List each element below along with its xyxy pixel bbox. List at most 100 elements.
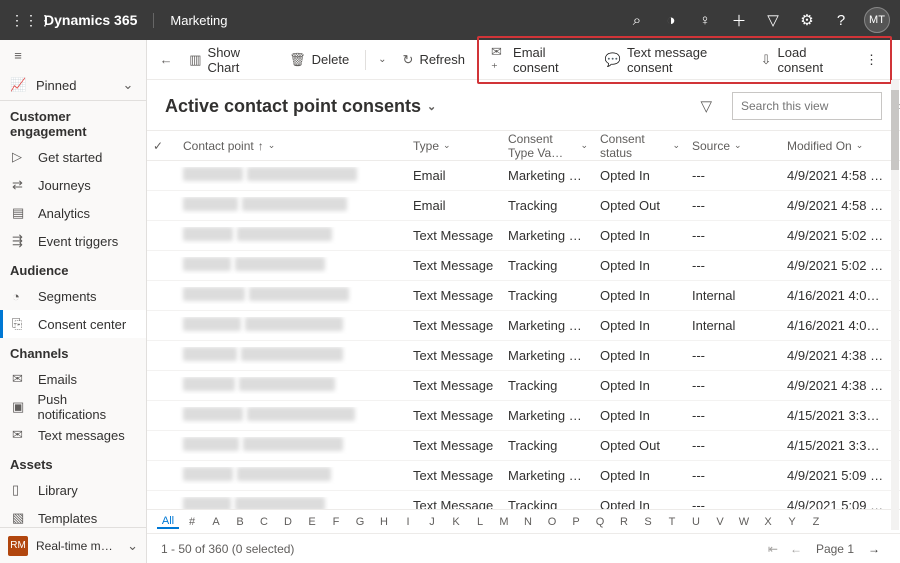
alpha-filter[interactable]: Q [589,516,611,528]
settings-icon[interactable]: ⚙ [790,11,824,29]
assistant-icon[interactable]: ◑ [654,12,688,29]
sidebar-item[interactable]: ✉Text messages [0,421,146,449]
email-consent-button[interactable]: ✉⁺Email consent [483,40,595,80]
show-chart-button[interactable]: ▥Show Chart [181,41,277,79]
chevron-down-icon: ⌄ [120,77,136,93]
table-row[interactable]: Text MessageTrackingOpted Out---4/15/202… [147,431,900,461]
alpha-filter[interactable]: B [229,516,251,528]
add-icon[interactable]: ＋ [722,10,756,31]
sidebar-item[interactable]: ▯Library [0,476,146,504]
table-row[interactable]: Text MessageTrackingOpted In---4/9/2021 … [147,491,900,509]
view-selector[interactable]: Active contact point consents ⌄ [165,96,436,117]
sidebar-item[interactable]: ▤Analytics [0,199,146,227]
cell-consent-type: Tracking [502,378,594,393]
alpha-filter[interactable]: T [661,516,683,528]
alpha-filter[interactable]: Y [781,516,803,528]
table-row[interactable]: Text MessageTrackingOpted InInternal4/16… [147,281,900,311]
vertical-scrollbar[interactable] [891,80,899,530]
sidebar-item[interactable]: ◔Segments [0,282,146,310]
table-row[interactable]: Text MessageMarketing Co…Opted In---4/9/… [147,221,900,251]
sidebar-item[interactable]: ▧Templates [0,504,146,527]
alpha-filter[interactable]: P [565,516,587,528]
app-launcher-icon[interactable]: ⋮⋮⋮ [10,12,40,29]
text-consent-button[interactable]: 💬Text message consent [597,41,751,79]
alpha-filter[interactable]: E [301,516,323,528]
table-row[interactable]: Text MessageTrackingOpted In---4/9/2021 … [147,251,900,281]
sidebar-item[interactable]: ▷Get started [0,143,146,171]
table-row[interactable]: Text MessageTrackingOpted In---4/9/2021 … [147,371,900,401]
sidebar-item-icon: ✉ [12,371,28,387]
chevron-down-icon: ⌄ [856,140,864,151]
delete-button[interactable]: 🗑Delete [281,48,357,72]
area-label: Real-time marketi… [36,539,119,553]
select-all-checkbox[interactable]: ✓ [147,139,177,153]
col-contact-point[interactable]: Contact point ↑ ⌄ [177,139,407,153]
help-icon[interactable]: ? [824,12,858,29]
sort-asc-icon: ↑ [258,139,264,153]
data-grid: ✓ Contact point ↑ ⌄ Type⌄ Consent Type V… [147,130,900,509]
alpha-filter[interactable]: # [181,516,203,528]
alpha-filter[interactable]: R [613,516,635,528]
alpha-filter[interactable]: I [397,516,419,528]
table-row[interactable]: Text MessageMarketing Co…Opted InInterna… [147,311,900,341]
sidebar-item[interactable]: ⇶Event triggers [0,227,146,255]
alpha-filter[interactable]: U [685,516,707,528]
table-row[interactable]: EmailMarketing Co…Opted In---4/9/2021 4:… [147,161,900,191]
col-source[interactable]: Source⌄ [686,139,781,153]
alpha-filter[interactable]: D [277,516,299,528]
sidebar-item[interactable]: ⇄Journeys [0,171,146,199]
avatar[interactable]: MT [864,7,890,33]
alpha-filter[interactable]: V [709,516,731,528]
alpha-filter[interactable]: L [469,516,491,528]
table-row[interactable]: EmailTrackingOpted Out---4/9/2021 4:58 … [147,191,900,221]
alpha-filter[interactable]: N [517,516,539,528]
cell-status: Opted In [594,168,686,183]
alpha-filter[interactable]: W [733,516,755,528]
col-consent-type-value[interactable]: Consent Type Va…⌄ [502,132,594,160]
alpha-filter[interactable]: H [373,516,395,528]
sidebar-item[interactable]: ✉Emails [0,365,146,393]
filter-icon[interactable]: ▽ [756,11,790,29]
filter-button[interactable]: ▽ [692,97,720,115]
cell-status: Opted In [594,468,686,483]
alpha-filter[interactable]: All [157,515,179,529]
sidebar-item[interactable]: ▣Push notifications [0,393,146,421]
first-page-button[interactable]: ⇤ [762,542,784,556]
sidebar-item[interactable]: ⎘Consent center [0,310,146,338]
lightbulb-icon[interactable]: ♀ [688,12,722,29]
pinned-section[interactable]: 📈Pinned ⌄ [0,70,146,100]
more-commands-button[interactable]: ⋮ [857,52,886,68]
table-row[interactable]: Text MessageMarketing Co…Opted In---4/9/… [147,461,900,491]
alpha-filter[interactable]: X [757,516,779,528]
prev-page-button[interactable]: ← [784,542,808,556]
search-input[interactable] [741,99,896,113]
delete-dropdown[interactable]: ⌄ [374,54,390,65]
cell-status: Opted In [594,228,686,243]
alpha-filter[interactable]: G [349,516,371,528]
hamburger-button[interactable]: ≡ [0,40,146,70]
trash-icon: 🗑 [289,52,306,68]
col-modified-on[interactable]: Modified On⌄ [781,139,900,153]
next-page-button[interactable]: → [862,542,886,556]
alpha-filter[interactable]: K [445,516,467,528]
alpha-filter[interactable]: S [637,516,659,528]
load-consent-button[interactable]: ⇩Load consent [753,41,855,79]
alpha-filter[interactable]: O [541,516,563,528]
alpha-filter[interactable]: J [421,516,443,528]
col-consent-status[interactable]: Consent status⌄ [594,132,686,160]
refresh-button[interactable]: ↻Refresh [395,48,473,72]
search-icon[interactable]: ⌕ [620,12,654,29]
cell-status: Opted In [594,498,686,509]
table-row[interactable]: Text MessageMarketing Co…Opted In---4/15… [147,401,900,431]
alpha-filter[interactable]: M [493,516,515,528]
col-type[interactable]: Type⌄ [407,139,502,153]
search-box[interactable]: ⌕ [732,92,882,120]
cell-modified: 4/9/2021 4:38 … [781,348,900,363]
alpha-filter[interactable]: F [325,516,347,528]
alpha-filter[interactable]: A [205,516,227,528]
alpha-filter[interactable]: C [253,516,275,528]
back-button[interactable]: ← [155,52,177,67]
alpha-filter[interactable]: Z [805,516,827,528]
area-switcher[interactable]: RM Real-time marketi… ⌄ [0,527,146,563]
table-row[interactable]: Text MessageMarketing Co…Opted In---4/9/… [147,341,900,371]
